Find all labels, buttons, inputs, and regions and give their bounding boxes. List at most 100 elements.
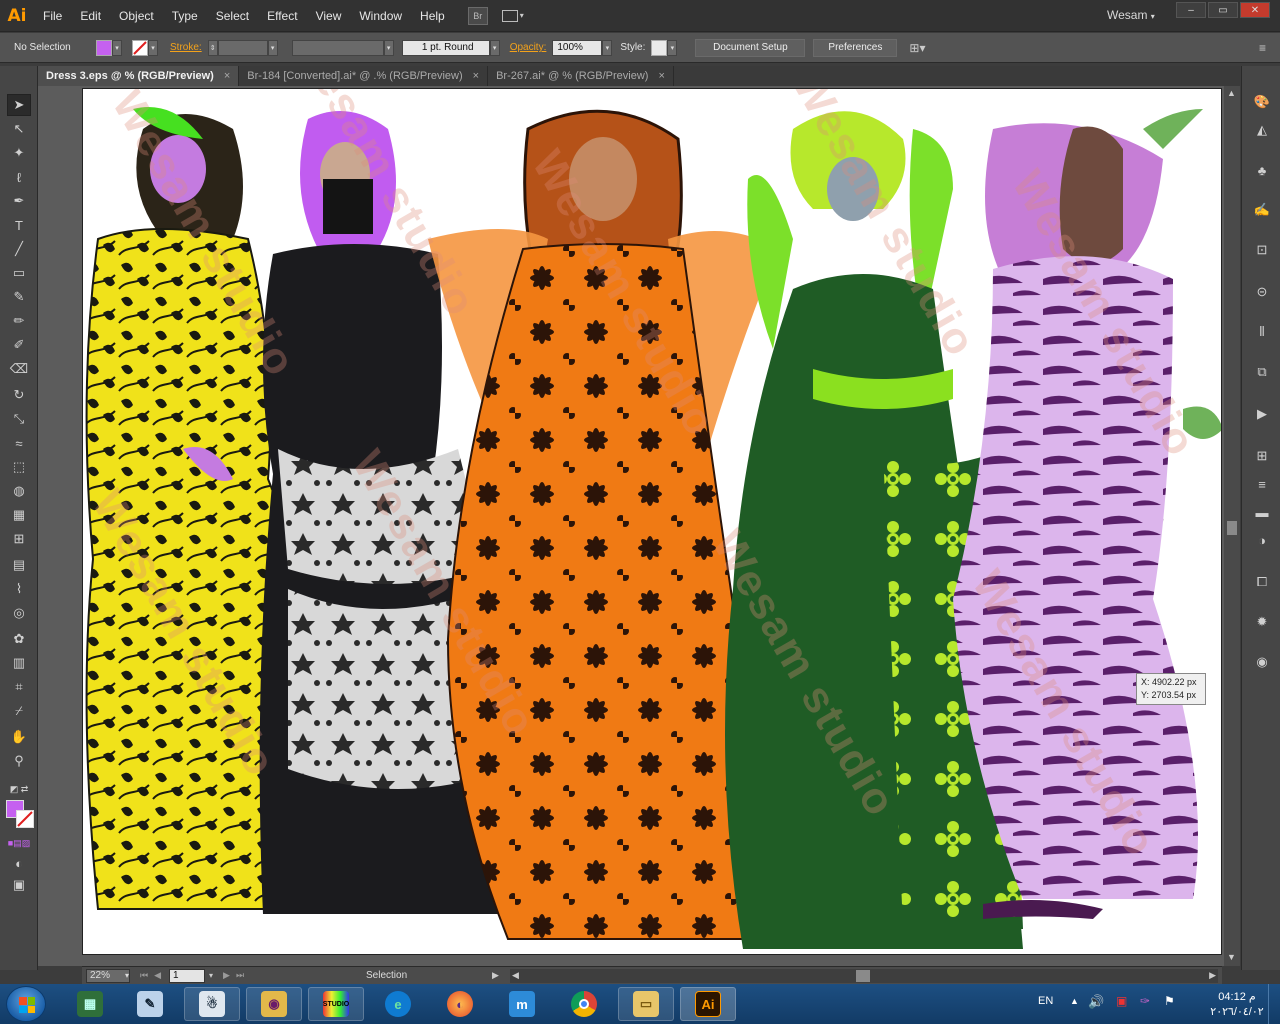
- rectangle-tool[interactable]: ▭: [7, 262, 31, 284]
- horizontal-scrollbar[interactable]: ◀ ▶: [510, 969, 1218, 983]
- brushes-icon[interactable]: ✍: [1251, 200, 1273, 220]
- scroll-down-icon[interactable]: ▼: [1227, 952, 1236, 962]
- pathfinder-icon[interactable]: ⧉: [1251, 362, 1273, 382]
- shape-builder-tool[interactable]: ◍: [7, 480, 31, 502]
- type-tool[interactable]: T: [7, 214, 31, 236]
- start-button[interactable]: [6, 986, 46, 1022]
- opacity-dropdown[interactable]: ▾: [602, 39, 613, 56]
- preferences-button[interactable]: Preferences: [813, 38, 898, 57]
- tab-dress-3[interactable]: Dress 3.eps @ % (RGB/Preview) ×: [38, 66, 240, 86]
- stroke-weight-field[interactable]: [217, 39, 268, 56]
- show-desktop-button[interactable]: [1268, 984, 1280, 1024]
- blob-brush-tool[interactable]: ✐: [7, 334, 31, 356]
- gradient-tool[interactable]: ▤: [7, 554, 31, 576]
- menu-object[interactable]: Object: [110, 0, 163, 32]
- color-mode-icons[interactable]: ■▤▨: [7, 832, 31, 854]
- variable-width-field[interactable]: [291, 39, 384, 56]
- taskbar-studio-app[interactable]: STUDIO: [308, 987, 364, 1021]
- pen-tool[interactable]: ✒: [7, 190, 31, 212]
- column-graph-tool[interactable]: ▥: [7, 652, 31, 674]
- eraser-tool[interactable]: ⌫: [7, 358, 31, 380]
- tab-br-184[interactable]: Br-184 [Converted].ai* @ .% (RGB/Preview…: [239, 66, 489, 86]
- taskbar-edge-app[interactable]: e: [370, 987, 426, 1021]
- network-icon[interactable]: ▣: [1116, 994, 1127, 1008]
- clock-date[interactable]: ٢٠٢٦/٠٤/٠٢: [1200, 1005, 1274, 1018]
- clock-time[interactable]: 04:12 م: [1200, 990, 1274, 1003]
- color-guide-icon[interactable]: 🎨: [1251, 92, 1273, 112]
- stroke-dropdown[interactable]: ▾: [148, 39, 158, 56]
- blend-tool[interactable]: ◎: [7, 602, 31, 624]
- close-icon[interactable]: ×: [224, 70, 230, 82]
- scroll-left-icon[interactable]: ◀: [512, 970, 519, 981]
- menu-window[interactable]: Window: [350, 0, 411, 32]
- align-options-icon[interactable]: ⊞▾: [909, 41, 925, 55]
- direct-selection-tool[interactable]: ↖: [7, 118, 31, 140]
- taskbar-maxthon-app[interactable]: m: [494, 987, 550, 1021]
- previous-artboard-icon[interactable]: ◀: [154, 970, 161, 981]
- links-icon[interactable]: ⊝: [1251, 282, 1273, 302]
- menu-file[interactable]: File: [34, 0, 71, 32]
- close-icon[interactable]: ×: [658, 70, 664, 82]
- style-swatch[interactable]: [651, 39, 668, 56]
- transform-icon[interactable]: ⊡: [1251, 240, 1273, 260]
- chevron-down-icon[interactable]: ▾: [125, 971, 129, 980]
- scroll-up-icon[interactable]: ▲: [1227, 88, 1236, 98]
- taskbar-wizard-app[interactable]: ☃: [184, 987, 240, 1021]
- artboard-tool[interactable]: ⌗: [7, 676, 31, 698]
- tab-br-267[interactable]: Br-267.ai* @ % (RGB/Preview) ×: [488, 66, 674, 86]
- fill-dropdown[interactable]: ▾: [112, 39, 122, 56]
- stroke-panel-icon[interactable]: ▬: [1251, 502, 1273, 522]
- magic-wand-tool[interactable]: ✦: [7, 142, 31, 164]
- swatches-icon[interactable]: ♣: [1251, 160, 1273, 180]
- menu-effect[interactable]: Effect: [258, 0, 306, 32]
- close-icon[interactable]: ×: [473, 70, 479, 82]
- symbol-sprayer-tool[interactable]: ✿: [7, 628, 31, 650]
- warp-tool[interactable]: ≈: [7, 432, 31, 454]
- style-dropdown[interactable]: ▾: [667, 39, 678, 56]
- eyedropper-tool[interactable]: ⌇: [7, 578, 31, 600]
- brush-definition-field[interactable]: 1 pt. Round: [401, 39, 490, 56]
- hand-tool[interactable]: ✋: [7, 726, 31, 748]
- first-artboard-icon[interactable]: ⏮: [140, 970, 148, 981]
- artboard[interactable]: Wesam studio Wesam studio Wesam studio W…: [82, 88, 1222, 955]
- arrange-documents-button[interactable]: ▾: [501, 7, 530, 25]
- artboards-icon[interactable]: ⧠: [1251, 572, 1273, 592]
- rotate-tool[interactable]: ↻: [7, 384, 31, 406]
- volume-icon[interactable]: 🔊: [1088, 994, 1104, 1010]
- chevron-down-icon[interactable]: ▾: [209, 971, 213, 980]
- language-indicator[interactable]: EN: [1038, 995, 1053, 1007]
- stroke-label[interactable]: Stroke:: [170, 42, 202, 53]
- close-button[interactable]: ✕: [1240, 2, 1270, 18]
- scale-tool[interactable]: ⤡: [7, 408, 31, 430]
- vertical-scrollbar[interactable]: ▲ ▼: [1224, 86, 1240, 966]
- pen-tray-icon[interactable]: ✑: [1140, 994, 1150, 1008]
- menu-view[interactable]: View: [307, 0, 351, 32]
- stroke-color-box[interactable]: [16, 810, 34, 828]
- image-trace-icon[interactable]: ◉: [1251, 652, 1273, 672]
- last-artboard-icon[interactable]: ⏭: [236, 970, 244, 981]
- zoom-level-field[interactable]: 22% ▾: [86, 968, 130, 983]
- menu-help[interactable]: Help: [411, 0, 454, 32]
- actions-icon[interactable]: ▶: [1251, 404, 1273, 424]
- next-artboard-icon[interactable]: ▶: [223, 970, 230, 981]
- zoom-tool[interactable]: ⚲: [7, 750, 31, 772]
- navigator-icon[interactable]: ✹: [1251, 612, 1273, 632]
- drawing-mode-icon[interactable]: ◐: [7, 852, 31, 874]
- align-icon[interactable]: ⫴: [1251, 322, 1273, 342]
- perspective-grid-tool[interactable]: ▦: [7, 504, 31, 526]
- document-setup-button[interactable]: Document Setup: [695, 38, 806, 57]
- selection-tool[interactable]: ➤: [7, 94, 31, 116]
- scroll-thumb[interactable]: [856, 970, 870, 982]
- mesh-tool[interactable]: ⊞: [7, 528, 31, 550]
- screen-mode-icon[interactable]: ▣: [7, 874, 31, 896]
- taskbar-monitor-app[interactable]: ▦: [62, 987, 118, 1021]
- line-tool[interactable]: ╱: [7, 238, 31, 260]
- opacity-field[interactable]: 100%: [552, 39, 603, 56]
- variable-width-dropdown[interactable]: ▾: [383, 39, 394, 56]
- panel-menu-icon[interactable]: ≡: [1259, 41, 1266, 55]
- bridge-button[interactable]: Br: [467, 6, 488, 25]
- status-menu-icon[interactable]: ▶: [492, 970, 499, 981]
- gradient-panel-icon[interactable]: ◭: [1251, 120, 1273, 140]
- free-transform-tool[interactable]: ⬚: [7, 456, 31, 478]
- brush-definition-dropdown[interactable]: ▾: [489, 39, 500, 56]
